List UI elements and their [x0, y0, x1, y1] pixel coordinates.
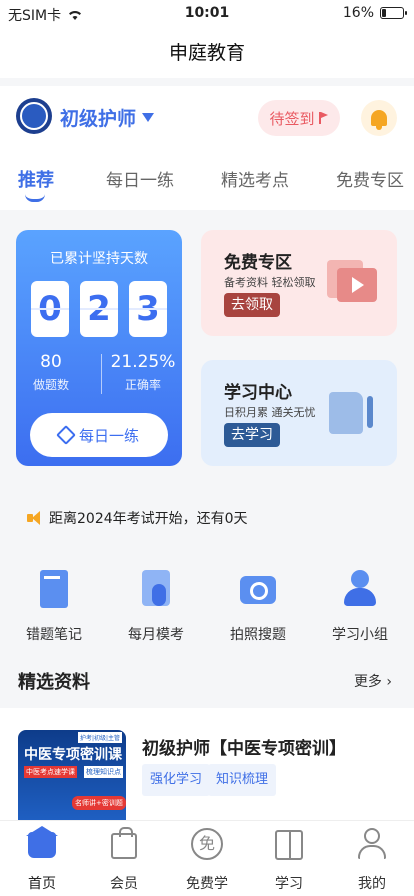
flag-icon — [318, 112, 329, 124]
bell-icon — [371, 110, 387, 130]
tabbar-label: 免费学 — [186, 876, 228, 892]
home-icon — [25, 826, 59, 861]
book-pen-icon — [329, 392, 375, 436]
quick-study-group[interactable]: 学习小组 — [320, 568, 400, 644]
course-tag: 知识梳理 — [208, 764, 277, 796]
active-tab-indicator — [25, 194, 45, 202]
user-icon — [355, 827, 389, 861]
study-center-card[interactable]: 学习中心 日积月累 通关无忧 去学习 — [201, 360, 397, 466]
cover-top-label: 护考|初级|主管 — [78, 732, 123, 743]
battery-fill — [382, 9, 386, 17]
pencil-icon — [56, 425, 76, 445]
tabbar-free[interactable]: 免 免费学 — [172, 827, 242, 893]
free-zone-card[interactable]: 免费专区 备考资料 轻松领取 去领取 — [201, 230, 397, 336]
free-zone-title: 免费专区 — [224, 253, 292, 273]
tab-free-zone[interactable]: 免费专区 — [336, 166, 404, 191]
battery-icon — [380, 7, 407, 19]
tabbar-vip[interactable]: 会员 — [89, 827, 159, 893]
mock-exam-icon — [134, 568, 178, 612]
more-label: 更多 — [353, 674, 382, 690]
cover-title: 中医专项密训课 — [24, 747, 122, 763]
questions-done-label: 做题数 — [32, 378, 69, 392]
tabbar-study[interactable]: 学习 — [254, 827, 324, 893]
group-icon — [338, 568, 382, 612]
shopping-bag-icon — [107, 827, 141, 861]
status-bar: 无SIM卡 10:01 16% — [0, 0, 414, 28]
logo-emblem — [20, 102, 48, 130]
tabbar-label: 我的 — [358, 876, 386, 892]
page-title: 申庭教育 — [0, 28, 414, 78]
tabbar-label: 首页 — [28, 876, 56, 892]
free-zone-subtitle: 备考资料 轻松领取 — [224, 276, 316, 289]
chevron-right-icon: › — [386, 674, 392, 690]
course-tag: 强化学习 — [142, 764, 211, 796]
daily-practice-label: 每日一练 — [78, 426, 139, 445]
course-item[interactable]: 护考|初级|主管 中医专项密训课 中医考点速学课 梳理知识点 名师讲+密训题 初… — [0, 708, 414, 820]
video-folder-icon — [327, 260, 377, 304]
checkin-button[interactable]: 待签到 — [258, 100, 340, 136]
quick-label: 错题笔记 — [26, 627, 82, 643]
tabbar-label: 学习 — [275, 876, 303, 892]
streak-digit: 2 — [80, 281, 118, 337]
accuracy-value: 21.25% — [110, 352, 176, 372]
tabbar-me[interactable]: 我的 — [337, 827, 407, 893]
quick-label: 每月模考 — [128, 627, 184, 643]
notebook-icon — [32, 568, 76, 612]
streak-digit: 3 — [129, 281, 167, 337]
caret-down-icon — [142, 113, 155, 122]
cover-badge: 名师讲+密训题 — [72, 796, 126, 810]
bottom-tab-bar: 首页 会员 免 免费学 学习 我的 — [0, 820, 414, 896]
free-icon: 免 — [190, 827, 224, 861]
quick-photo-search[interactable]: 拍照搜题 — [218, 568, 298, 644]
battery-percent: 16% — [342, 5, 374, 21]
course-title: 初级护师【中医专项密训】 — [142, 739, 346, 759]
category-tabs: 推荐 每日一练 精选考点 免费专区 — [0, 166, 414, 206]
cover-tag: 中医考点速学课 — [24, 766, 77, 778]
streak-title: 已累计坚持天数 — [50, 251, 148, 267]
tabbar-label: 会员 — [110, 876, 138, 892]
quick-label: 学习小组 — [332, 627, 388, 643]
accuracy-stat: 21.25% 正确率 — [108, 352, 178, 393]
streak-digit: 0 — [31, 281, 69, 337]
study-center-subtitle: 日积月累 通关无忧 — [224, 406, 316, 419]
questions-done-value: 80 — [40, 352, 62, 372]
tabbar-home[interactable]: 首页 — [7, 826, 77, 893]
exam-countdown-notice: 距离2024年考试开始，还有0天 — [27, 508, 248, 528]
quick-label: 拍照搜题 — [230, 627, 286, 643]
header: 初级护师 待签到 推荐 每日一练 精选考点 免费专区 — [0, 86, 414, 210]
tab-selected-points[interactable]: 精选考点 — [221, 166, 289, 191]
cover-tag: 梳理知识点 — [84, 766, 123, 778]
quick-wrong-notes[interactable]: 错题笔记 — [14, 568, 94, 644]
tab-recommend[interactable]: 推荐 — [18, 166, 54, 192]
checkin-label: 待签到 — [269, 109, 315, 128]
stat-divider — [101, 354, 102, 394]
exam-selector[interactable]: 初级护师 — [60, 104, 155, 131]
quick-monthly-mock[interactable]: 每月模考 — [116, 568, 196, 644]
more-link[interactable]: 更多 › — [354, 671, 392, 691]
study-center-title: 学习中心 — [224, 383, 292, 403]
claim-button[interactable]: 去领取 — [224, 293, 280, 317]
speaker-icon — [27, 511, 41, 525]
course-cover: 护考|初级|主管 中医专项密训课 中医考点速学课 梳理知识点 名师讲+密训题 — [18, 730, 126, 820]
exam-countdown-text: 距离2024年考试开始，还有0天 — [49, 511, 248, 527]
go-study-button[interactable]: 去学习 — [224, 423, 280, 447]
questions-done-stat: 80 做题数 — [16, 352, 86, 393]
accuracy-label: 正确率 — [124, 378, 161, 392]
logo — [16, 98, 52, 134]
camera-icon — [236, 568, 280, 612]
daily-practice-button[interactable]: 每日一练 — [30, 413, 168, 457]
streak-card: 已累计坚持天数 0 2 3 80 做题数 21.25% 正确率 每日一练 — [16, 230, 182, 466]
tab-daily-practice[interactable]: 每日一练 — [106, 166, 174, 191]
section-title: 精选资料 — [18, 672, 90, 693]
notification-button[interactable] — [361, 100, 397, 136]
book-icon — [272, 827, 306, 861]
exam-selector-label: 初级护师 — [60, 108, 137, 130]
